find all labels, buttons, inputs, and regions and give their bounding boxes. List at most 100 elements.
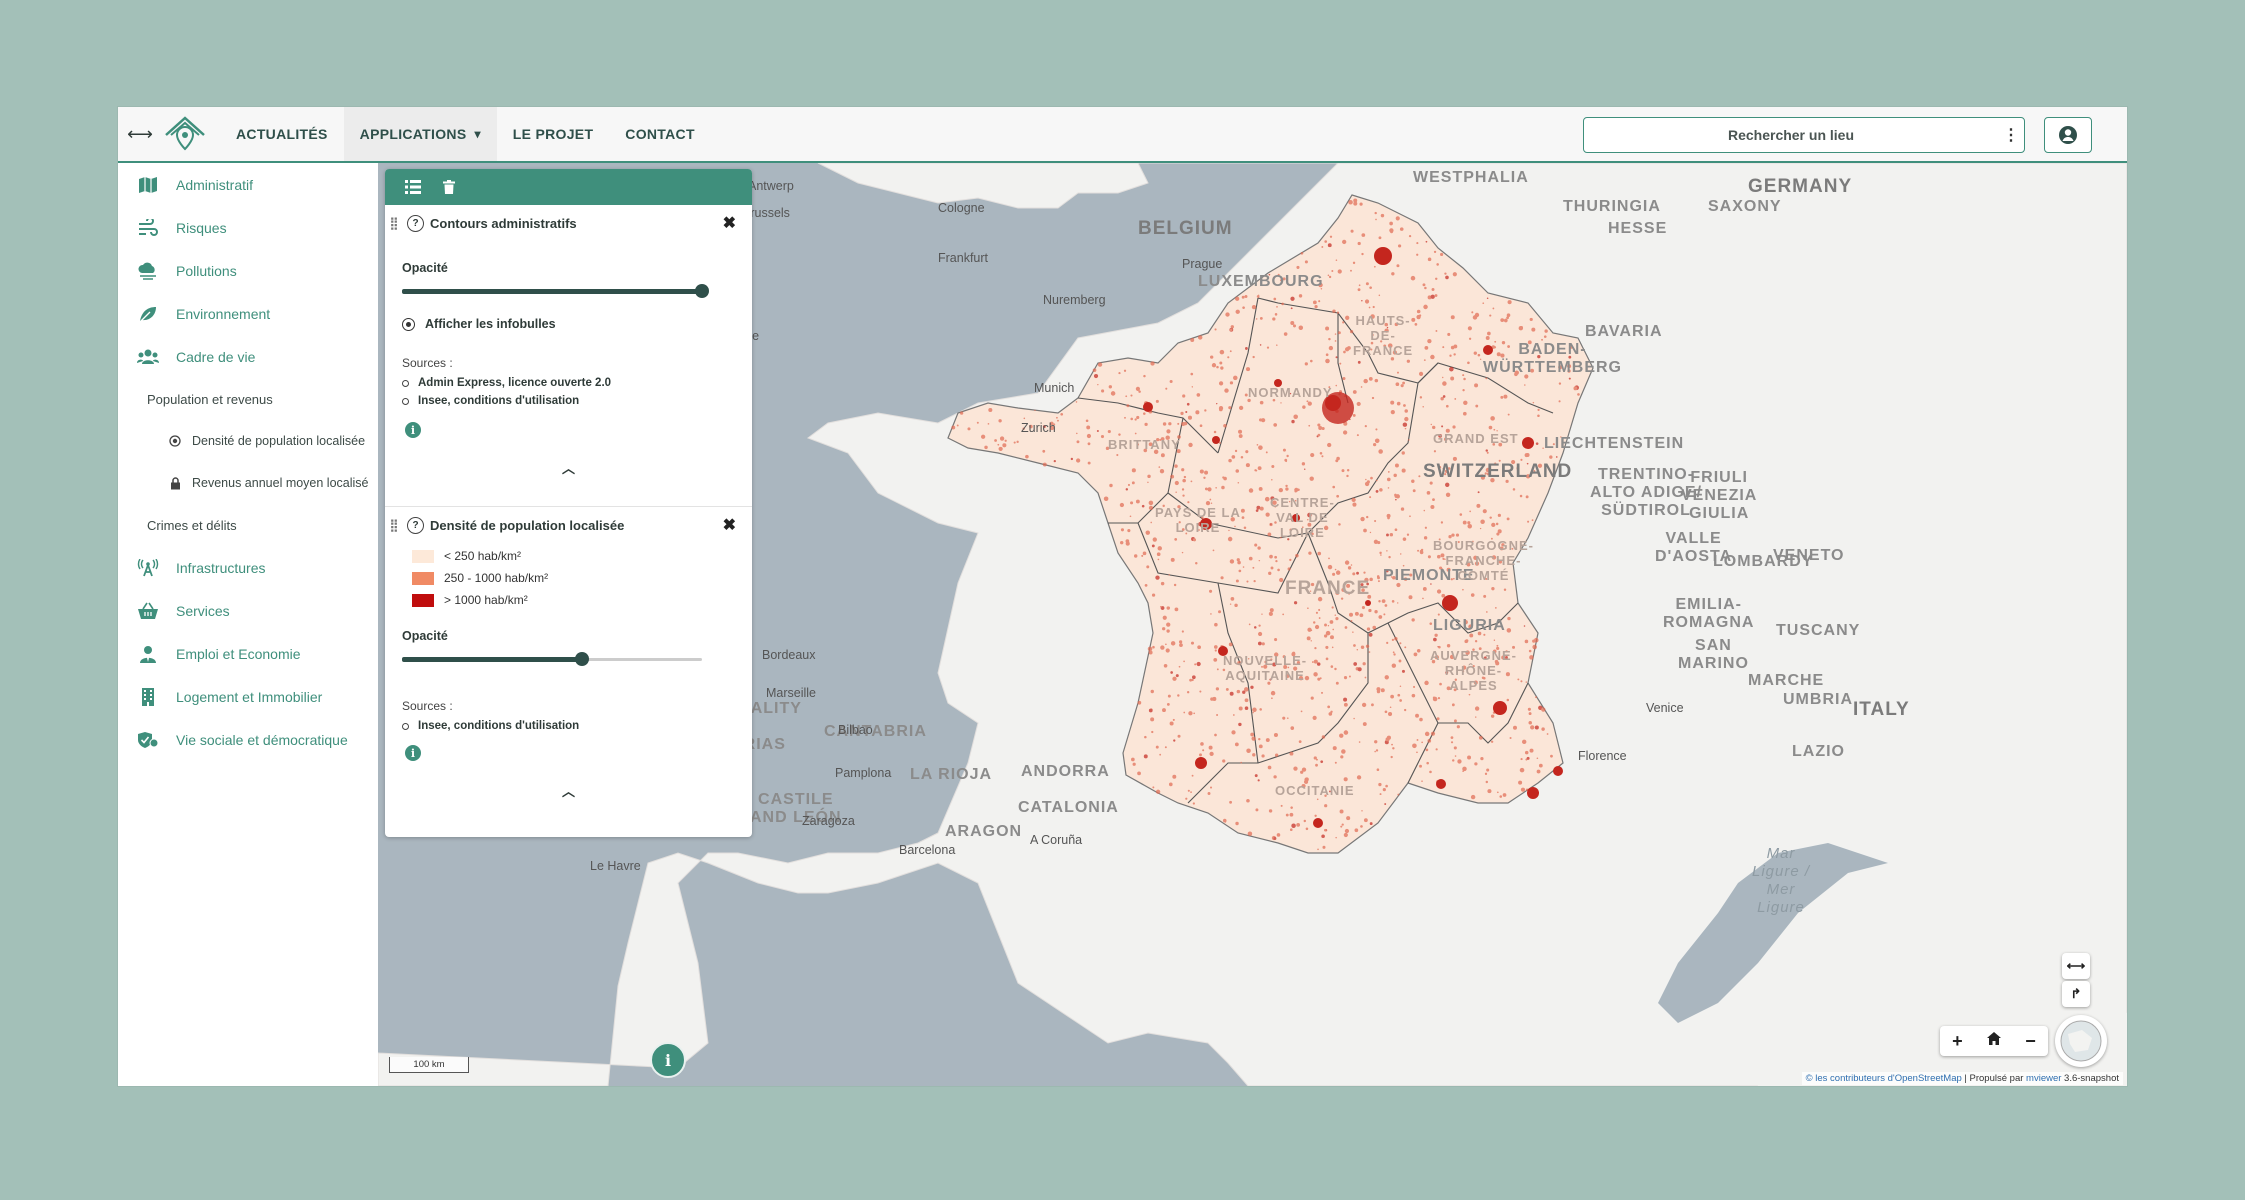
density-dot	[1216, 713, 1219, 717]
collapse-chevron-icon[interactable]: ︿	[385, 458, 752, 477]
density-dot	[1396, 401, 1401, 406]
nav-applications[interactable]: APPLICATIONS ▾	[343, 107, 497, 161]
density-dot	[1339, 733, 1344, 738]
search-input[interactable]	[1584, 126, 1998, 144]
user-account-button[interactable]	[2044, 117, 2092, 153]
france-region-label: PAYS DE LA LOIRE	[1155, 505, 1241, 535]
collapse-sidebar-icon[interactable]: ⟷	[118, 124, 162, 145]
density-dot	[1271, 478, 1273, 481]
density-dot	[1435, 277, 1438, 281]
density-dot	[1209, 751, 1214, 756]
osm-attribution-link[interactable]: © les contributeurs d'OpenStreetMap	[1806, 1073, 1962, 1084]
density-dot	[1181, 488, 1185, 491]
close-icon[interactable]: ✖	[723, 515, 736, 535]
density-dot	[1170, 671, 1173, 674]
density-dot	[1256, 443, 1259, 446]
density-dot	[1441, 593, 1446, 598]
density-dot	[1340, 755, 1344, 759]
density-dot	[1361, 605, 1365, 610]
sidebar-layer-revenus[interactable]: Revenus annuel moyen localisé	[118, 462, 378, 504]
sidebar-layer-densite[interactable]: Densité de population localisée	[118, 420, 378, 462]
density-dot	[1394, 493, 1397, 497]
drag-handle-icon[interactable]: ⣿	[385, 518, 403, 532]
fullscreen-button[interactable]: ⟷	[2062, 953, 2090, 979]
density-dot	[1404, 646, 1407, 649]
info-icon[interactable]: i	[405, 745, 421, 761]
overview-map-button[interactable]	[2055, 1015, 2107, 1067]
collapse-chevron-icon[interactable]: ︿	[385, 781, 752, 800]
sidebar-item-vie-sociale[interactable]: Vie sociale et démocratique	[118, 718, 378, 761]
density-dot	[1489, 314, 1492, 317]
density-dot	[1494, 606, 1497, 609]
home-icon[interactable]	[1986, 1032, 2001, 1050]
density-dot	[1188, 442, 1193, 448]
search-options-icon[interactable]: ⋮	[1998, 125, 2024, 145]
density-dot	[1364, 299, 1370, 304]
close-icon[interactable]: ✖	[723, 213, 736, 233]
density-dot	[1349, 612, 1354, 617]
share-button[interactable]: ↱	[2062, 981, 2090, 1007]
sidebar-item-services[interactable]: Services	[118, 589, 378, 632]
sidebar-item-environnement[interactable]: Environnement	[118, 292, 378, 335]
opacity-slider[interactable]	[402, 281, 709, 301]
density-dot	[1258, 487, 1263, 491]
infobulles-toggle[interactable]: Afficher les infobulles	[402, 317, 752, 331]
density-dot	[1419, 550, 1424, 555]
density-dot	[1344, 560, 1350, 565]
density-dot	[1325, 326, 1330, 331]
density-dot	[1373, 539, 1379, 544]
sidebar-item-infrastructures[interactable]: Infrastructures	[118, 546, 378, 589]
density-dot	[1280, 804, 1283, 807]
density-dot	[1353, 198, 1358, 203]
density-dot	[1398, 244, 1402, 248]
slider-knob[interactable]	[575, 652, 589, 666]
density-dot	[1224, 821, 1227, 823]
density-dot	[1056, 416, 1058, 419]
map-info-button[interactable]: i	[650, 1042, 686, 1078]
density-dot	[1097, 383, 1099, 386]
density-dot	[1291, 419, 1295, 424]
map-icon	[136, 175, 160, 195]
zoom-out-button[interactable]: −	[2025, 1031, 2036, 1052]
density-dot	[1097, 362, 1103, 367]
density-dot	[956, 424, 959, 427]
density-dot	[1235, 309, 1240, 314]
sidebar-item-risques[interactable]: Risques	[118, 206, 378, 249]
density-dot	[1197, 645, 1201, 650]
sidebar-item-emploi-economie[interactable]: Emploi et Economie	[118, 632, 378, 675]
mviewer-link[interactable]: mviewer	[2026, 1073, 2061, 1084]
zoom-in-button[interactable]: +	[1952, 1031, 1963, 1052]
density-dot	[1228, 406, 1232, 410]
density-dot	[1250, 732, 1255, 737]
nav-le-projet[interactable]: LE PROJET	[497, 107, 610, 161]
sidebar-item-administratif[interactable]: Administratif	[118, 163, 378, 206]
drag-handle-icon[interactable]: ⣿	[385, 216, 403, 230]
info-icon[interactable]: i	[405, 422, 421, 438]
slider-knob[interactable]	[695, 284, 709, 298]
sidebar-sub-crimes-delits[interactable]: Crimes et délits	[118, 504, 378, 546]
opacity-slider[interactable]	[402, 649, 702, 669]
density-dot	[1364, 676, 1367, 679]
sidebar-item-pollutions[interactable]: Pollutions	[118, 249, 378, 292]
density-dot	[1324, 240, 1328, 243]
density-dot	[1214, 649, 1217, 652]
density-dot	[1148, 708, 1153, 713]
density-dot	[1524, 750, 1529, 755]
sidebar-sub-population-revenus[interactable]: Population et revenus	[118, 378, 378, 420]
list-icon[interactable]	[395, 169, 431, 205]
density-dot	[999, 436, 1005, 441]
nav-contact[interactable]: CONTACT	[609, 107, 711, 161]
logo-icon[interactable]	[162, 113, 208, 155]
density-dot	[1492, 307, 1495, 310]
density-dot	[1177, 694, 1180, 697]
nav-actualites[interactable]: ACTUALITÉS	[220, 107, 344, 161]
france-region-label: FRANCE	[1285, 578, 1371, 599]
density-dot	[1210, 502, 1213, 504]
density-dot	[1259, 708, 1262, 711]
question-icon[interactable]: ?	[407, 214, 424, 232]
source-item: Insee, conditions d'utilisation	[402, 392, 752, 410]
sidebar-item-logement-immobilier[interactable]: Logement et Immobilier	[118, 675, 378, 718]
question-icon[interactable]: ?	[407, 516, 424, 534]
sidebar-item-cadre-de-vie[interactable]: Cadre de vie	[118, 335, 378, 378]
trash-icon[interactable]	[431, 169, 467, 205]
